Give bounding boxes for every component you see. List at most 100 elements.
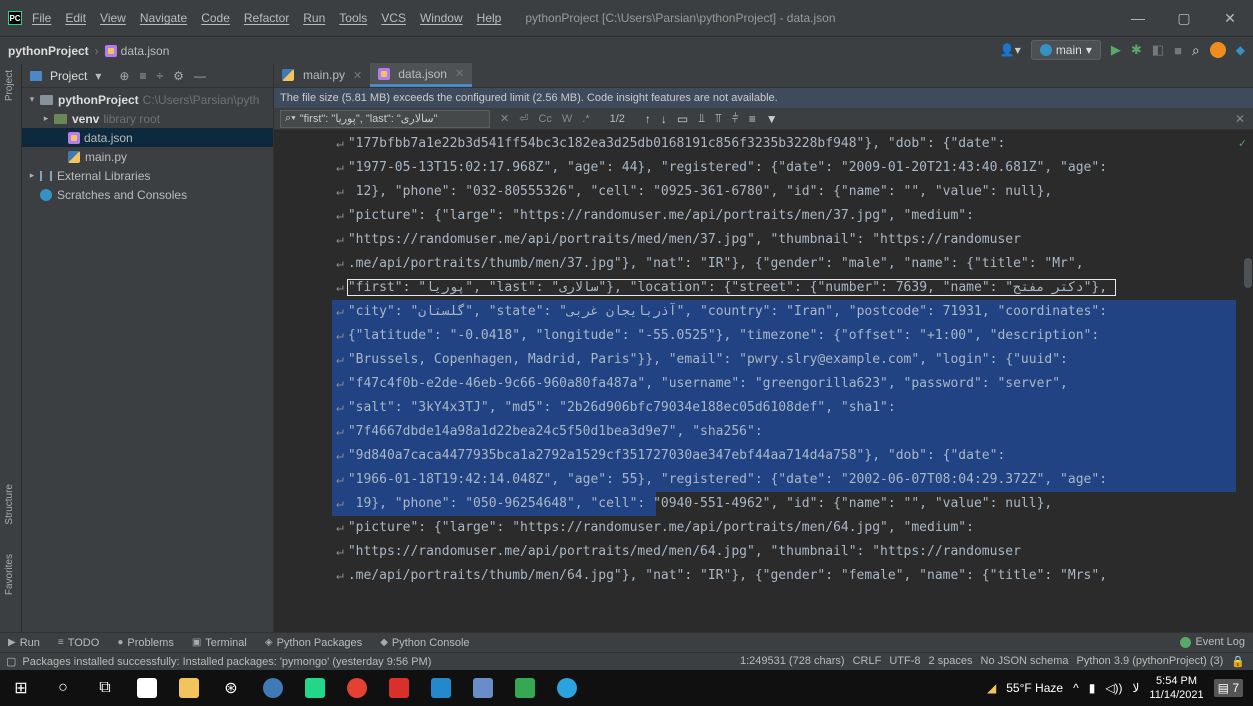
taskbar-explorer[interactable] (168, 670, 210, 706)
match-case-toggle[interactable]: Cc (538, 113, 551, 125)
select-all-icon[interactable]: ⫩ (732, 111, 739, 126)
menu-item-window[interactable]: Window (420, 11, 463, 25)
pycharm-logo-icon[interactable]: PC (8, 11, 22, 25)
tool-window-todo[interactable]: ≡ TODO (58, 637, 99, 649)
taskbar-app[interactable] (462, 670, 504, 706)
tree-item-main-py[interactable]: main.py (22, 147, 273, 166)
volume-icon[interactable]: ◁)) (1105, 681, 1122, 695)
taskbar-mail[interactable] (126, 670, 168, 706)
previous-match-icon[interactable]: ↑ (645, 112, 651, 126)
menu-item-tools[interactable]: Tools (339, 11, 367, 25)
menu-item-help[interactable]: Help (477, 11, 502, 25)
start-button[interactable]: ⊞ (0, 670, 42, 706)
event-log-button[interactable]: Event Log (1180, 636, 1245, 648)
caret-position[interactable]: 1:249531 (728 chars) (740, 655, 845, 668)
chevron-down-icon[interactable]: ▾ (26, 94, 38, 105)
taskbar-vscode[interactable] (420, 670, 462, 706)
newline-icon[interactable]: ⏎ (519, 112, 528, 125)
breadcrumb-project[interactable]: pythonProject (8, 44, 89, 58)
tool-window-terminal[interactable]: ▣ Terminal (192, 637, 247, 649)
tree-item-scratches[interactable]: Scratches and Consoles (22, 185, 273, 204)
hide-icon[interactable]: — (194, 69, 206, 83)
tool-window-python-console[interactable]: ◆ Python Console (380, 637, 469, 649)
input-language[interactable]: ﻻ (1133, 681, 1140, 695)
whole-word-toggle[interactable]: W (562, 113, 572, 125)
tree-item-data-json[interactable]: data.json (22, 128, 273, 147)
project-view-selector[interactable]: Project (50, 69, 87, 83)
menu-item-edit[interactable]: Edit (65, 11, 86, 25)
line-separator[interactable]: CRLF (853, 655, 882, 668)
network-icon[interactable]: ▮ (1089, 681, 1096, 695)
weather[interactable]: 55°F Haze (1006, 681, 1063, 695)
menu-item-navigate[interactable]: Navigate (140, 11, 187, 25)
taskbar-acrobat[interactable] (378, 670, 420, 706)
expand-all-icon[interactable]: ≡ (139, 69, 146, 83)
editor-scrollbar[interactable] (1244, 258, 1252, 288)
indent-setting[interactable]: 2 spaces (928, 655, 972, 668)
taskbar-telegram[interactable] (546, 670, 588, 706)
menu-item-file[interactable]: File (32, 11, 51, 25)
search-icon[interactable]: ⌕ (1192, 42, 1200, 59)
tab-main-py[interactable]: main.py ✕ (274, 63, 370, 87)
menu-item-refactor[interactable]: Refactor (244, 11, 289, 25)
project-tool-tab[interactable]: Project (4, 70, 15, 101)
taskbar-chrome[interactable] (336, 670, 378, 706)
menu-item-vcs[interactable]: VCS (381, 11, 406, 25)
file-encoding[interactable]: UTF-8 (889, 655, 920, 668)
gear-icon[interactable]: ⚙ (173, 69, 184, 83)
tool-window-python-packages[interactable]: ◈ Python Packages (265, 637, 362, 649)
notifications-icon[interactable]: ▤ 7 (1213, 679, 1243, 697)
tree-item-pythonproject[interactable]: ▾ pythonProject C:\Users\Parsian\pyth (22, 90, 273, 109)
chevron-right-icon[interactable]: ▸ (26, 170, 38, 181)
tab-data-json[interactable]: data.json ✕ (370, 63, 473, 87)
tree-item-external-libraries[interactable]: ▸ External Libraries (22, 166, 273, 185)
collapse-all-icon[interactable]: ÷ (156, 69, 163, 83)
status-message[interactable]: Packages installed successfully: Install… (22, 656, 431, 668)
python-interpreter[interactable]: Python 3.9 (pythonProject) (3) (1077, 655, 1224, 668)
chevron-down-icon[interactable]: ▾ (95, 69, 101, 83)
filter-icon[interactable]: ▼ (766, 112, 778, 126)
taskbar-maps[interactable] (504, 670, 546, 706)
minimize-button[interactable]: — (1115, 0, 1161, 36)
python-icon[interactable]: ◆ (1236, 43, 1245, 57)
locate-icon[interactable]: ⊕ (119, 69, 129, 83)
debug-icon[interactable]: ✱ (1131, 42, 1142, 58)
chevron-up-icon[interactable]: ^ (1073, 681, 1079, 695)
json-schema[interactable]: No JSON schema (981, 655, 1069, 668)
close-button[interactable]: ✕ (1207, 0, 1253, 36)
code-editor[interactable]: ✓ ↵ "177bfbb7a1e22b3d541ff54bc3c182ea3d25… (274, 130, 1253, 632)
menu-item-view[interactable]: View (100, 11, 126, 25)
update-icon[interactable] (1209, 42, 1226, 58)
close-icon[interactable]: ✕ (455, 67, 464, 80)
tool-window-run[interactable]: ▶ Run (8, 637, 40, 649)
next-match-icon[interactable]: ↓ (661, 112, 667, 126)
search-button[interactable]: ○ (42, 670, 84, 706)
find-input[interactable]: ⌕▾ "first": "پوریا", "last": "سالاری" (280, 109, 490, 128)
menu-item-run[interactable]: Run (303, 11, 325, 25)
favorites-tool-tab[interactable]: Favorites (4, 554, 15, 595)
structure-tool-tab[interactable]: Structure (4, 484, 15, 525)
select-all-occurrences-icon[interactable]: ▭ (677, 112, 688, 126)
clear-icon[interactable]: ✕ (500, 112, 509, 125)
add-selection-icon[interactable]: ⫫ (698, 111, 705, 126)
branch-selector[interactable]: main ▾ (1030, 40, 1101, 60)
close-icon[interactable]: ✕ (353, 69, 362, 82)
coverage-icon[interactable]: ◧ (1152, 42, 1164, 58)
clock[interactable]: 5:54 PM 11/14/2021 (1149, 674, 1203, 702)
close-find-icon[interactable]: ✕ (1235, 112, 1245, 126)
maximize-button[interactable]: ▢ (1161, 0, 1207, 36)
user-icon[interactable]: 👤▾ (1000, 43, 1021, 57)
breadcrumb-file[interactable]: data.json (104, 44, 169, 58)
taskbar-chatgpt[interactable]: ⊛ (210, 670, 252, 706)
remove-selection-icon[interactable]: ⫪ (715, 111, 722, 126)
lock-icon[interactable]: 🔒 (1231, 655, 1245, 668)
tool-window-problems[interactable]: ● Problems (117, 637, 174, 649)
menu-item-code[interactable]: Code (201, 11, 230, 25)
filter-settings-icon[interactable]: ≡ (749, 112, 756, 126)
taskbar-pycharm[interactable] (294, 670, 336, 706)
stop-icon[interactable]: ■ (1174, 43, 1182, 58)
taskbar-anaconda[interactable] (252, 670, 294, 706)
task-view-button[interactable]: ⧉ (84, 670, 126, 706)
chevron-right-icon[interactable]: ▸ (40, 113, 52, 124)
regex-toggle[interactable]: .* (582, 113, 589, 125)
